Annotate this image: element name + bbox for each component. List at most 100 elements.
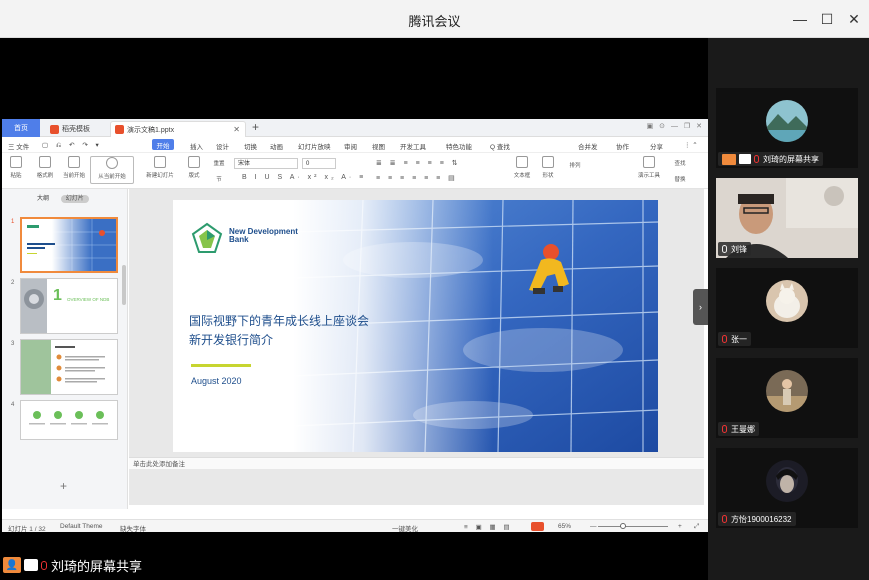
menu-view[interactable]: 视图 (372, 141, 385, 151)
font-name-field[interactable]: 宋体 (234, 158, 298, 169)
reset-button[interactable]: 重置 (210, 159, 228, 167)
tab-label: 稻壳模板 (62, 126, 90, 133)
thumb-scrollbar[interactable] (122, 265, 126, 305)
menu-transitions[interactable]: 切换 (244, 141, 257, 151)
close-icon[interactable]: ✕ (844, 9, 864, 29)
participant-tile[interactable]: 张一 (716, 268, 858, 348)
menu-merge[interactable]: 合并发 (578, 141, 598, 151)
zoom-slider-handle[interactable] (620, 523, 626, 529)
ndb-logo-text: New Development Bank (229, 227, 298, 244)
reset-label: 重置 (213, 161, 225, 167)
paragraph-icons[interactable]: ≣ ≣ ≡ ≡ ≡ ≡ ⇅ (376, 159, 461, 167)
more-icon[interactable]: ⋮ ⌃ (684, 141, 698, 149)
thumb-2-preview (21, 279, 47, 333)
minimize-icon[interactable]: — (790, 9, 810, 29)
shared-screen-area: 首页 稻壳模板 演示文稿1.pptx ✕ + ▣ ⊙ — ❐ ✕ 三 文件 ▢ … (0, 38, 708, 580)
add-slide-icon[interactable]: + (60, 479, 67, 493)
avatar (766, 280, 808, 322)
zoom-in-icon[interactable]: + (678, 523, 682, 530)
wps-window-controls[interactable]: ▣ ⊙ — ❐ ✕ (647, 122, 704, 130)
wps-tab-bar: 首页 稻壳模板 演示文稿1.pptx ✕ + ▣ ⊙ — ❐ ✕ (2, 119, 708, 137)
thumb-pane-tabs: 大纲 幻灯片 (37, 193, 89, 203)
zoom-out-icon[interactable]: — (590, 523, 597, 530)
slide-accent-bar (191, 364, 251, 367)
current-slide[interactable]: New Development Bank 国际视野下的青年成长线上座谈会 新开发… (173, 200, 658, 452)
slide-count: 幻灯片 1 / 32 (8, 526, 46, 532)
expand-panel-icon[interactable]: › (693, 289, 708, 325)
new-tab-icon[interactable]: + (252, 120, 259, 134)
zoom-level[interactable]: 65% (558, 523, 571, 530)
font-size-field[interactable]: 0 (302, 158, 336, 169)
maximize-icon[interactable]: ☐ (817, 9, 837, 29)
menu-slideshow[interactable]: 幻灯片放映 (298, 141, 331, 151)
presentation-tools-button[interactable]: 演示工具 (634, 156, 664, 179)
menu-review[interactable]: 审阅 (344, 141, 357, 151)
view-mode-icons[interactable]: ≡ ▣ ▦ ▤ (464, 523, 513, 531)
menu-share[interactable]: 分享 (650, 141, 663, 151)
tab-outline[interactable]: 大纲 (37, 196, 49, 202)
tab-slides[interactable]: 幻灯片 (60, 195, 89, 203)
menu-collaborate[interactable]: 协作 (616, 141, 629, 151)
participant-tile[interactable]: 刘锋 (716, 178, 858, 258)
slide-thumbnail-4[interactable] (20, 400, 118, 440)
play-icon (68, 156, 80, 168)
menu-file[interactable]: 三 文件 (8, 141, 29, 151)
fit-window-icon[interactable]: ⤢ (694, 523, 699, 531)
tab-presentation-file[interactable]: 演示文稿1.pptx ✕ (110, 121, 246, 137)
new-slide-icon (154, 156, 166, 168)
textbox-button[interactable]: 文本框 (510, 156, 534, 179)
quick-access-icons[interactable]: ▢ ⎌ ↶ ↷ ▾ (42, 141, 102, 150)
window-titlebar: 腾讯会议 — ☐ ✕ (0, 0, 869, 38)
format-painter-button[interactable]: 格式刷 (34, 156, 56, 179)
slide-thumbnail-3[interactable] (20, 339, 118, 395)
beautify-button[interactable]: 一键美化 (392, 523, 418, 532)
thumb-3-preview (21, 340, 105, 394)
alignment-icons[interactable]: ≡ ≡ ≡ ≡ ≡ ≡ ▤ (376, 174, 458, 182)
avatar (766, 460, 808, 502)
new-slide-button[interactable]: 新建幻灯片 (142, 156, 178, 179)
layout-button[interactable]: 版式 (184, 156, 204, 179)
from-current-label: 从当前开始 (98, 174, 126, 180)
zoom-slider[interactable] (598, 526, 668, 527)
menu-design[interactable]: 设计 (216, 141, 229, 151)
paste-label: 粘贴 (10, 173, 22, 179)
notes-placeholder[interactable]: 单击此处添加备注 (129, 457, 704, 469)
menu-developer[interactable]: 开发工具 (400, 141, 426, 151)
slide-thumbnail-1[interactable] (20, 217, 118, 273)
from-start-button[interactable]: 当前开始 (62, 156, 86, 179)
tab-label: 演示文稿1.pptx (127, 126, 175, 134)
menu-special[interactable]: 特色功能 (446, 141, 472, 151)
menu-animation[interactable]: 动画 (270, 141, 283, 151)
tab-docer-templates[interactable]: 稻壳模板 (46, 121, 106, 137)
ndb-logo-icon (191, 222, 223, 253)
participant-tile[interactable]: 刘琦的屏幕共享 (716, 88, 858, 168)
wps-home-tab[interactable]: 首页 (2, 119, 40, 137)
thumb-number: 1 (11, 219, 15, 225)
presentation-tools-icon (643, 156, 655, 168)
find-label: 查找 (674, 161, 686, 167)
play-slideshow-icon[interactable] (531, 522, 544, 531)
close-tab-icon[interactable]: ✕ (233, 125, 240, 134)
arrange-button[interactable]: 排列 (562, 161, 588, 169)
ppt-file-icon (115, 125, 124, 134)
participant-tile[interactable]: 方怡1900016232 (716, 448, 858, 528)
mic-muted-icon (41, 560, 47, 570)
menu-search[interactable]: Q 查找 (490, 141, 510, 151)
wps-presentation-window[interactable]: 首页 稻壳模板 演示文稿1.pptx ✕ + ▣ ⊙ — ❐ ✕ 三 文件 ▢ … (2, 119, 708, 532)
menu-start[interactable]: 开始 (152, 139, 174, 150)
mic-muted-icon (722, 335, 727, 343)
find-button[interactable]: 查找 (670, 159, 690, 167)
replace-label: 替换 (674, 177, 686, 183)
from-current-button[interactable]: 从当前开始 (90, 156, 134, 184)
cat-avatar-image (766, 280, 808, 322)
paste-button[interactable]: 粘贴 (7, 156, 25, 179)
replace-button[interactable]: 替换 (670, 175, 690, 183)
text-format-icons[interactable]: B I U S A· x² x₂ A· ≡ (242, 174, 366, 181)
slide-editing-canvas[interactable]: New Development Bank 国际视野下的青年成长线上座谈会 新开发… (129, 189, 704, 505)
shape-button[interactable]: 形状 (538, 156, 558, 179)
menu-insert[interactable]: 插入 (190, 141, 203, 151)
section-button[interactable]: 节 (210, 175, 228, 183)
slide-thumbnail-2[interactable]: 1 OVERVIEW OF NDB (20, 278, 118, 334)
missing-font-button[interactable]: 缺失字体 (120, 523, 146, 532)
participant-tile[interactable]: 王曼娜 (716, 358, 858, 438)
